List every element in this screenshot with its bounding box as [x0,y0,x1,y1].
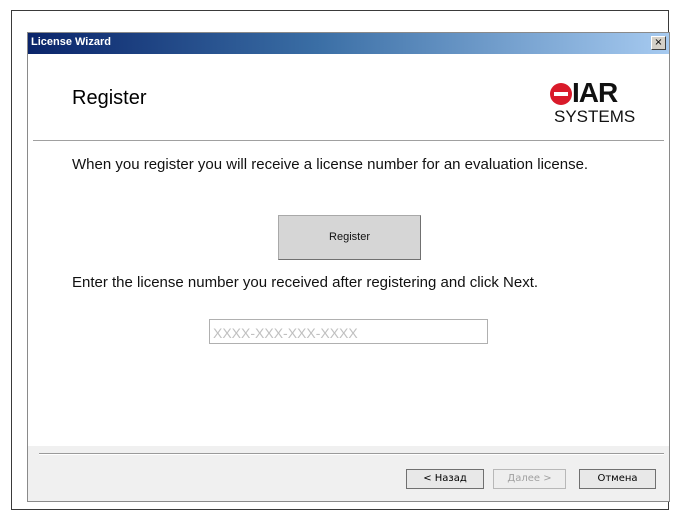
intro-text: When you register you will receive a lic… [72,156,589,173]
logo-circle-icon [550,83,572,105]
logo-subtitle: SYSTEMS [554,107,636,126]
register-button[interactable]: Register [278,215,421,260]
instruction-text: Enter the license number you received af… [72,274,539,291]
back-button[interactable]: < Назад [406,469,484,489]
header-area: Register IAR SYSTEMS [28,54,669,141]
titlebar[interactable]: License Wizard × [28,33,669,54]
next-button[interactable]: Далее > [493,469,566,489]
window-title: License Wizard [31,36,111,48]
close-icon: × [654,37,663,48]
license-wizard-dialog: License Wizard × Register IAR SYSTEMS Wh… [27,32,670,502]
footer-divider-highlight [39,454,664,455]
cancel-button[interactable]: Отмена [579,469,656,489]
logo-brand: IAR [572,77,618,108]
close-button[interactable]: × [651,36,666,50]
body-area: When you register you will receive a lic… [28,141,669,446]
license-number-input[interactable] [209,319,488,344]
iar-systems-logo: IAR SYSTEMS [548,77,648,129]
page-title: Register [72,87,147,109]
